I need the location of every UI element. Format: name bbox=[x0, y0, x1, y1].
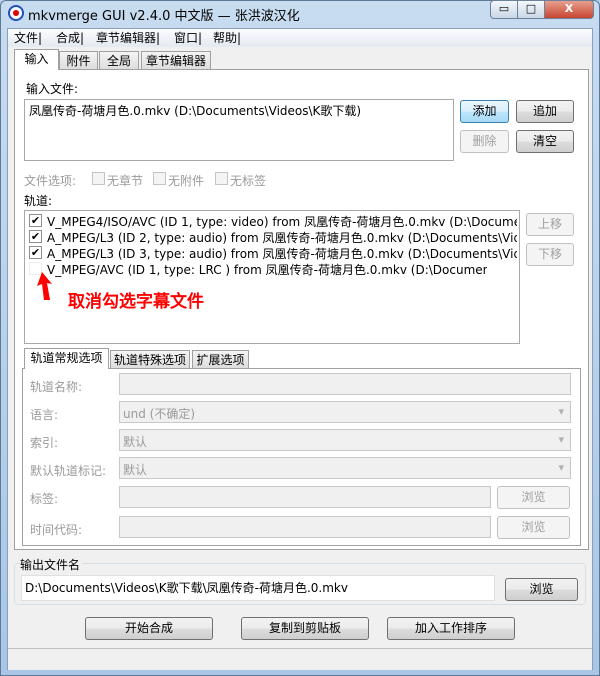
input-files-label: 输入文件: bbox=[26, 82, 79, 96]
output-filename-input[interactable]: D:\Documents\Videos\K歌下载\凤凰传奇-荷塘月色.0.mkv bbox=[21, 575, 495, 601]
language-value: und (不确定) bbox=[123, 407, 196, 421]
tags-input[interactable] bbox=[119, 486, 491, 508]
cues-select[interactable]: 默认 bbox=[119, 429, 571, 451]
maximize-button[interactable]: □ bbox=[517, 0, 545, 19]
output-label: 输出文件名 bbox=[20, 556, 83, 573]
track-2-checkbox[interactable]: ✔ bbox=[29, 230, 42, 243]
status-bar bbox=[8, 648, 592, 670]
move-up-button[interactable]: 上移 bbox=[526, 213, 574, 236]
track-item[interactable]: A_MPEG/L3 (ID 2, type: audio) from 凤凰传奇-… bbox=[47, 229, 517, 246]
track-1-checkbox[interactable]: ✔ bbox=[29, 214, 42, 227]
track-name-input[interactable] bbox=[119, 373, 571, 395]
menu-window[interactable]: 窗口| bbox=[174, 30, 202, 46]
append-button[interactable]: 追加 bbox=[516, 100, 574, 123]
track-item[interactable]: V_MPEG/AVC (ID 1, type: LRC ) from 凤凰传奇-… bbox=[47, 261, 487, 278]
minimize-button[interactable]: ▭ bbox=[490, 0, 518, 19]
tab-global[interactable]: 全局 bbox=[99, 51, 139, 70]
subtab-specific[interactable]: 轨道特殊选项 bbox=[110, 350, 190, 369]
no-chapters-label: 无章节 bbox=[107, 174, 144, 188]
track-3-checkbox[interactable]: ✔ bbox=[29, 246, 42, 259]
default-track-value: 默认 bbox=[123, 463, 148, 477]
red-arrow-icon bbox=[37, 272, 52, 300]
input-files-list[interactable]: 凤凰传奇-荷塘月色.0.mkv (D:\Documents\Videos\K歌下… bbox=[24, 99, 454, 161]
input-file-item[interactable]: 凤凰传奇-荷塘月色.0.mkv (D:\Documents\Videos\K歌下… bbox=[29, 102, 449, 119]
window-title: mkvmerge GUI v2.4.0 中文版 — 张洪波汉化 bbox=[28, 9, 300, 24]
menu-help[interactable]: 帮助| bbox=[213, 30, 241, 46]
tags-browse-button[interactable]: 浏览 bbox=[497, 486, 570, 509]
default-track-label: 默认轨道标记: bbox=[30, 464, 107, 478]
tags-label: 标签: bbox=[30, 492, 59, 506]
app-icon bbox=[8, 5, 24, 21]
annotation-text: 取消勾选字幕文件 bbox=[68, 292, 204, 312]
subtab-extended[interactable]: 扩展选项 bbox=[192, 350, 249, 369]
subtab-general[interactable]: 轨道常规选项 bbox=[24, 348, 109, 369]
add-button[interactable]: 添加 bbox=[460, 100, 509, 123]
track-item[interactable]: A_MPEG/L3 (ID 3, type: audio) from 凤凰传奇-… bbox=[47, 245, 517, 262]
default-track-select[interactable]: 默认 bbox=[119, 457, 571, 479]
output-browse-button[interactable]: 浏览 bbox=[505, 578, 578, 601]
menu-chapter-editor[interactable]: 章节编辑器| bbox=[96, 30, 160, 46]
language-label: 语言: bbox=[30, 408, 59, 422]
no-tags-label: 无标签 bbox=[230, 174, 267, 188]
cues-value: 默认 bbox=[123, 435, 148, 449]
file-options-label: 文件选项: bbox=[24, 174, 77, 188]
tab-chapter-editor[interactable]: 章节编辑器 bbox=[141, 51, 211, 70]
timecodes-browse-button[interactable]: 浏览 bbox=[497, 516, 570, 539]
language-select[interactable]: und (不确定) bbox=[119, 401, 571, 423]
cues-label: 索引: bbox=[30, 436, 59, 450]
no-attachments-checkbox[interactable] bbox=[153, 172, 166, 185]
track-name-label: 轨道名称: bbox=[30, 380, 83, 394]
tracks-label: 轨道: bbox=[24, 194, 53, 208]
add-to-queue-button[interactable]: 加入工作排序 bbox=[387, 617, 515, 640]
no-attachments-label: 无附件 bbox=[168, 174, 205, 188]
close-button[interactable]: X bbox=[544, 0, 594, 19]
timecodes-label: 时间代码: bbox=[30, 523, 83, 537]
tab-attachments[interactable]: 附件 bbox=[59, 51, 98, 70]
copy-to-clipboard-button[interactable]: 复制到剪贴板 bbox=[241, 617, 369, 640]
track-item[interactable]: V_MPEG4/ISO/AVC (ID 1, type: video) from… bbox=[47, 213, 517, 230]
timecodes-input[interactable] bbox=[119, 516, 491, 538]
menu-bar: 文件| 合成| 章节编辑器| 窗口| 帮助| bbox=[8, 29, 592, 47]
remove-button[interactable]: 删除 bbox=[460, 130, 509, 153]
output-filename-value: D:\Documents\Videos\K歌下载\凤凰传奇-荷塘月色.0.mkv bbox=[25, 581, 348, 595]
move-down-button[interactable]: 下移 bbox=[526, 243, 574, 266]
start-mux-button[interactable]: 开始合成 bbox=[85, 617, 213, 640]
no-tags-checkbox[interactable] bbox=[215, 172, 228, 185]
tab-input[interactable]: 输入 bbox=[14, 49, 59, 70]
menu-mux[interactable]: 合成| bbox=[56, 30, 84, 46]
menu-file[interactable]: 文件| bbox=[14, 30, 42, 46]
clear-button[interactable]: 清空 bbox=[516, 130, 574, 153]
no-chapters-checkbox[interactable] bbox=[92, 172, 105, 185]
